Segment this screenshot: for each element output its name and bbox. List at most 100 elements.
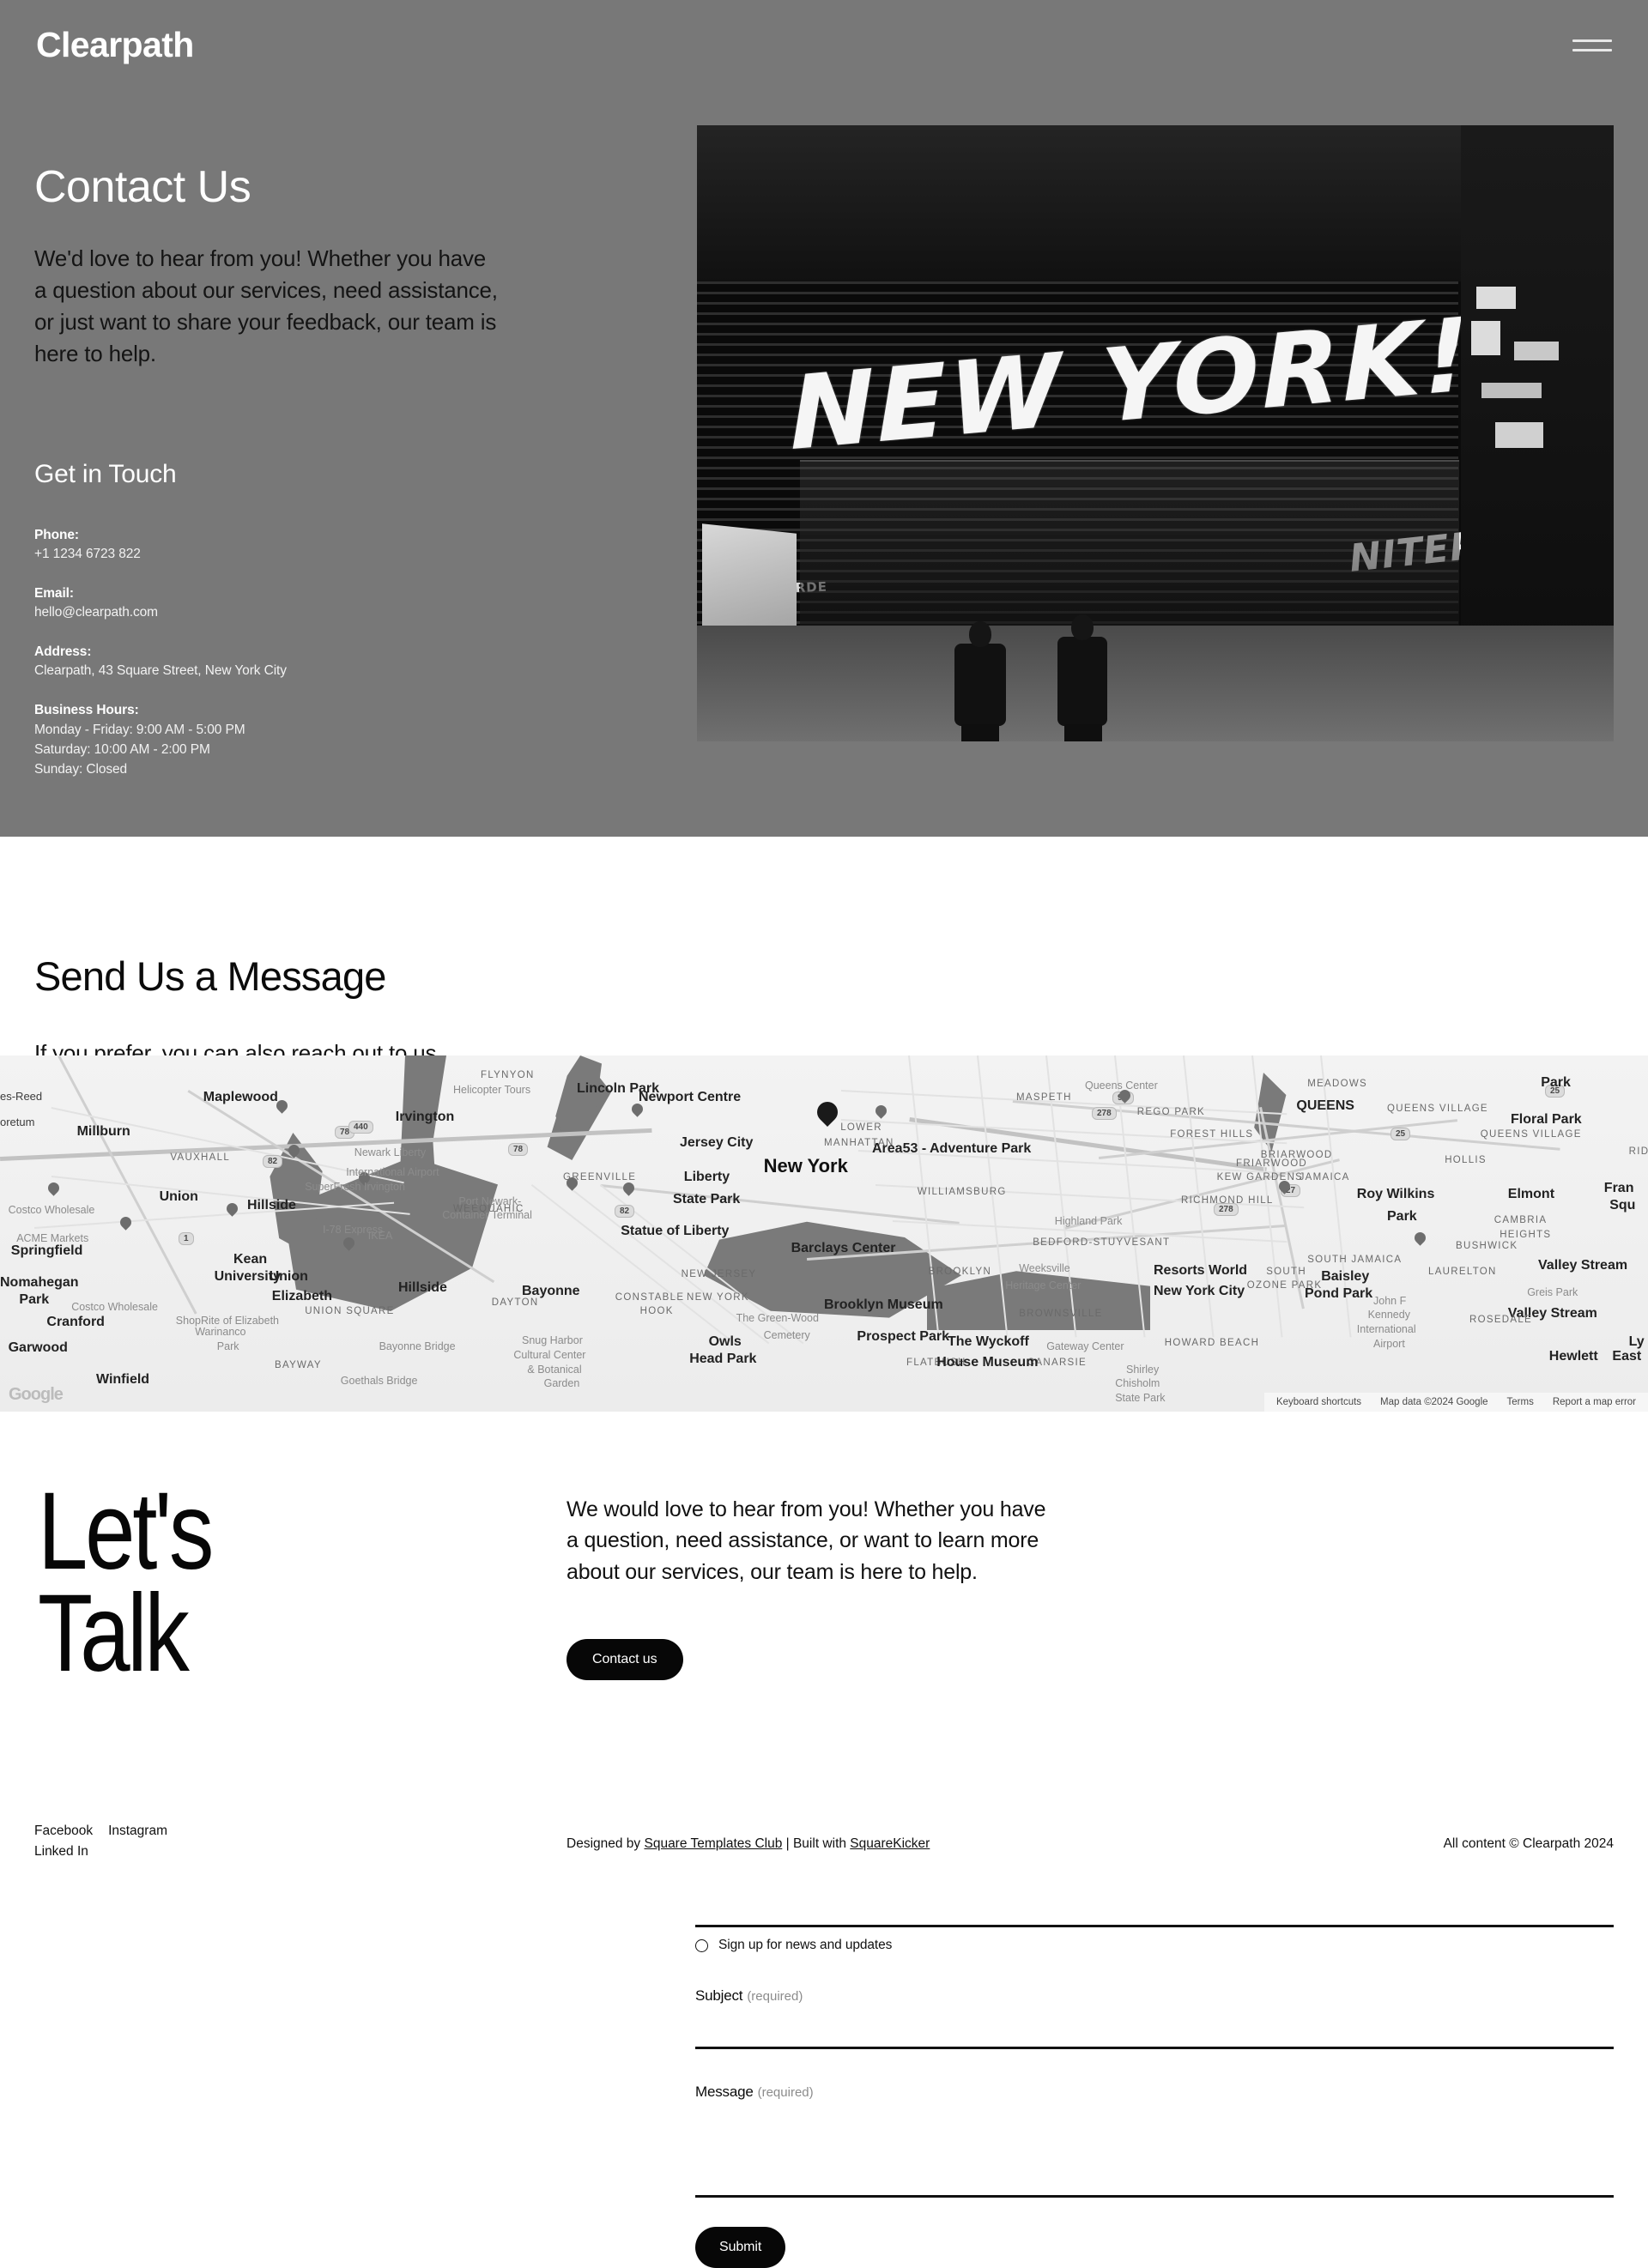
graffiti-text: NEW YORK! [788,294,1474,474]
map-label: Bayonne Bridge [379,1340,456,1352]
map-label: Cemetery [763,1328,810,1341]
map-label: Maplewood [203,1089,278,1104]
subject-label-row: Subject (required) [695,1987,1614,2005]
photo-sticker-5 [1495,422,1543,448]
hero-photo: NEW YORK! AVANT GARDE NITER [697,125,1614,741]
map-label: IKEA [367,1229,393,1242]
map-label: Ly [1628,1334,1645,1350]
footer-credit: Designed by Square Templates Club | Buil… [566,1836,930,1852]
map-label: & Botanical [527,1363,582,1376]
lets-talk-copy-column: We would love to hear from you! Whether … [566,1494,1047,1680]
keyboard-shortcuts-link[interactable]: Keyboard shortcuts [1276,1397,1361,1407]
map-label: Floral Park [1511,1112,1582,1128]
map-shield-278: 278 [1092,1107,1117,1120]
map-label: Valley Stream [1538,1257,1628,1273]
map-label: QUEENS VILLAGE [1480,1129,1582,1140]
photo-pedestrian-2 [1057,614,1107,741]
phone-value[interactable]: +1 1234 6723 822 [34,545,532,565]
social-link-facebook[interactable]: Facebook [34,1823,93,1839]
map-label: CONSTABLE [615,1291,685,1303]
pedestrian-1-head [969,621,991,647]
photo-pedestrian-1 [954,621,1006,741]
message-input-wrap [695,2108,1614,2198]
map-label: Garwood [8,1340,68,1355]
address-value: Clearpath, 43 Square Street, New York Ci… [34,663,287,679]
map-label: Brooklyn Museum [824,1297,943,1313]
hero-section: Clearpath Contact Us We'd love to hear f… [0,0,1648,837]
map-label: John F [1373,1294,1407,1307]
submit-button[interactable]: Submit [695,2227,786,2268]
newsletter-optin[interactable]: Sign up for news and updates [695,1938,1614,1953]
map-label: Hillside [247,1198,296,1213]
brand-logo[interactable]: Clearpath [36,25,194,65]
map-label: Cultural Center [513,1348,586,1361]
contact-us-button[interactable]: Contact us [566,1638,683,1680]
map-label: Lincoln Park [577,1080,660,1096]
map-label: BUSHWICK [1456,1240,1518,1251]
map-label: LOWER [840,1122,882,1134]
hamburger-menu-icon[interactable] [1572,39,1612,51]
subject-label: Subject [695,1987,743,2004]
lets-talk-line-1: Let's [38,1470,214,1593]
map-label: Elmont [1507,1186,1555,1201]
map-label: Owls [708,1334,742,1350]
message-field-label: Message [695,2084,754,2100]
pedestrian-2-head [1071,614,1094,640]
map-label: QUEENS [1296,1098,1354,1113]
map-label: SOUTH JAMAICA [1307,1255,1403,1266]
map-data-credit: Map data ©2024 Google [1380,1397,1488,1407]
social-link-linkedin[interactable]: Linked In [34,1844,88,1860]
photo-sticker-2 [1471,321,1500,355]
credit-middle: | Built with [782,1836,851,1851]
subject-required-tag: (required) [747,1989,803,2004]
map-label: State Park [673,1192,741,1207]
map-label: MEADOWS [1307,1078,1367,1089]
map-label: Nomahegan [0,1274,79,1290]
terms-link[interactable]: Terms [1507,1397,1534,1407]
map-label: Pond Park [1305,1285,1373,1301]
lets-talk-line-2: Talk [38,1572,190,1696]
map-label: Baisley [1321,1269,1370,1284]
map-label: CAMBRIA [1494,1214,1548,1225]
location-map[interactable]: 78 78 82 82 9A 278 278 25 25 27 440 1 Go… [0,1055,1648,1412]
message-section: Send Us a Message If you prefer, you can… [0,837,1648,2268]
email-value[interactable]: hello@clearpath.com [34,603,532,623]
map-label: BAYWAY [275,1360,322,1371]
hours-weekday: Monday - Friday: 9:00 AM - 5:00 PM [34,722,245,737]
message-textarea[interactable] [695,2108,1614,2198]
map-label: ACME Markets [16,1231,89,1244]
credit-link-square-templates-club[interactable]: Square Templates Club [644,1836,782,1851]
map-label: New York [763,1155,848,1177]
map-label: Park [216,1340,239,1352]
credit-prefix: Designed by [566,1836,645,1851]
report-map-error-link[interactable]: Report a map error [1553,1397,1636,1407]
map-label: University [214,1269,281,1284]
radio-icon[interactable] [695,1938,708,1952]
subject-input[interactable] [695,2011,1614,2049]
map-attribution-bar: Keyboard shortcuts Map data ©2024 Google… [1263,1393,1648,1412]
social-link-instagram[interactable]: Instagram [108,1823,167,1839]
message-field-group: Message (required) [695,2084,1614,2198]
map-label: NEW YORK [687,1291,749,1303]
map-shield-1: 1 [179,1232,194,1245]
map-label: Hewlett [1548,1348,1598,1364]
map-label: House Museum [936,1354,1039,1370]
map-label: Garden [543,1377,580,1390]
lets-talk-heading: Let's Talk [38,1470,214,1696]
map-label: Park [1541,1075,1571,1091]
map-label: Millburn [76,1123,130,1139]
map-label: Airport [1373,1337,1405,1350]
map-label: Winfield [96,1371,150,1387]
map-label: BEDFORD-STUYVESANT [1033,1237,1171,1249]
hours-sunday: Sunday: Closed [34,761,128,777]
map-label: Elizabeth [271,1289,333,1304]
map-label: KEW GARDENS [1216,1172,1304,1183]
map-label: Port Newark- [458,1194,522,1207]
credit-link-squarekicker[interactable]: SquareKicker [850,1836,930,1851]
map-label: Snug Harbor [522,1334,583,1347]
map-label: ROSEDALE [1469,1315,1533,1326]
map-label: Head Park [689,1352,757,1367]
hours-saturday: Saturday: 10:00 AM - 2:00 PM [34,741,210,757]
map-label: GREENVILLE [563,1172,637,1183]
message-required-tag: (required) [757,2085,814,2100]
